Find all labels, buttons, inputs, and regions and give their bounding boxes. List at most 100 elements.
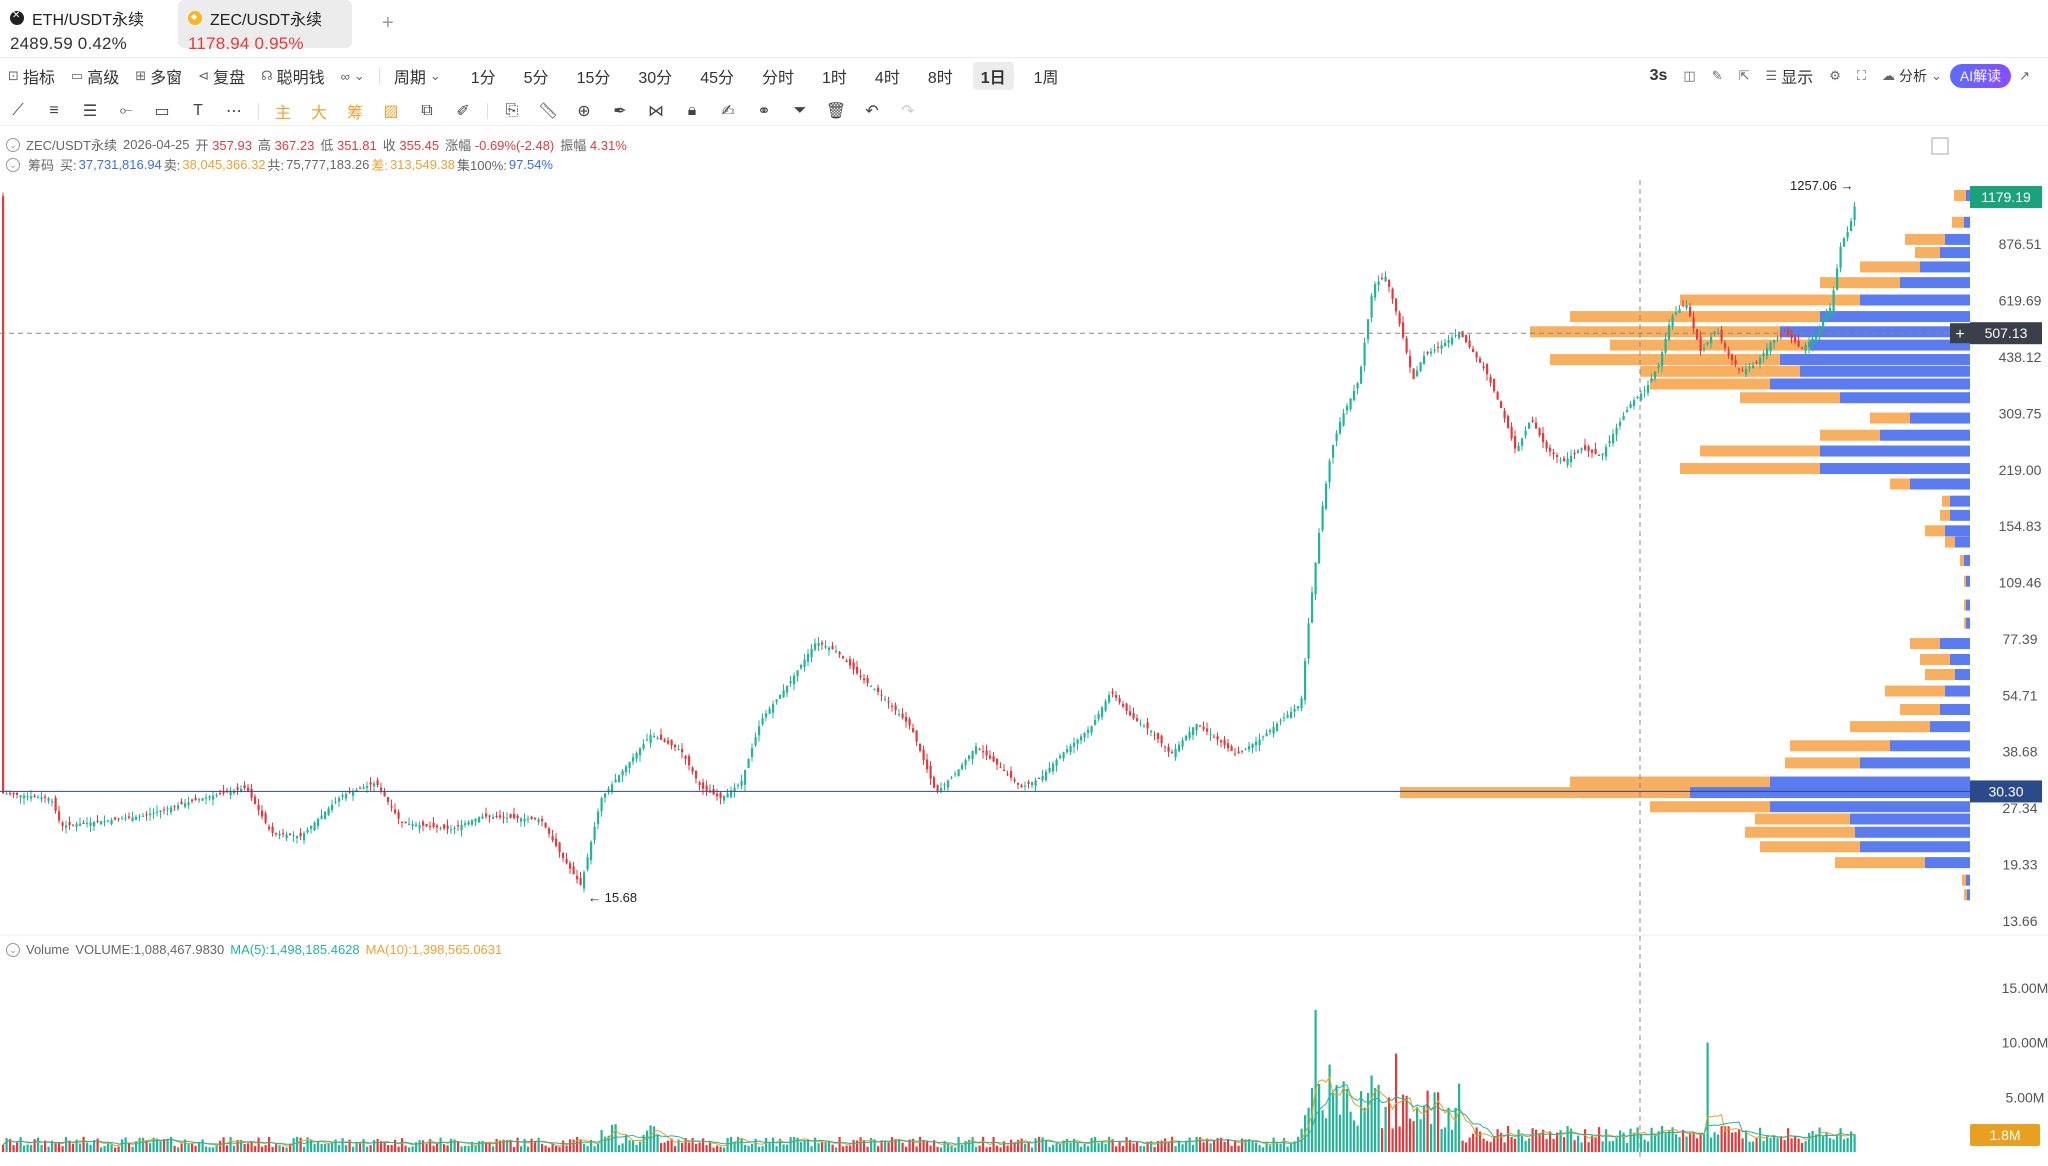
price-axis-label: 219.00 [1999,462,2042,478]
price-axis-label: 109.46 [1999,575,2042,591]
volume-bar [1440,1128,1443,1152]
candle-body [1335,433,1338,442]
candle-body [1850,221,1853,232]
volume-bar [1524,1140,1527,1152]
candle-body [1706,342,1709,345]
candle-body [1794,337,1797,343]
ohlc-info: ⌄ ZEC/USDT永续 2026-04-25 开 357.93 高 367.2… [6,135,627,154]
candle-body [1073,742,1076,747]
volume-bar [338,1144,341,1152]
chip-sell-bar [1952,216,1964,228]
volume-bar [761,1146,764,1152]
candle-body [555,838,558,847]
collapse-chevron-icon[interactable]: ⌄ [6,942,20,957]
candle-body [1570,455,1573,463]
chip-sell-bar [1760,841,1860,853]
candle-body [898,714,901,716]
candle-body [198,799,201,801]
candle-body [513,814,516,819]
candle-body [107,820,110,822]
candle-body [1178,744,1181,752]
candle-body [537,819,540,823]
collapse-chevron-icon[interactable]: ⌄ [6,157,20,172]
volume-bar [341,1138,344,1152]
candle-body [1293,708,1296,712]
candle-body [957,769,960,777]
candle-body [856,666,859,674]
volume-bar [702,1138,705,1152]
volume-bar [1034,1138,1037,1152]
candle-body [1143,725,1146,727]
volume-bar [187,1143,190,1152]
candle-body [1804,344,1807,351]
candle-body [58,811,61,821]
volume-bar [1356,1125,1359,1152]
volume-bar [856,1140,859,1152]
volume-bar [1577,1135,1580,1152]
candle-body [821,642,824,645]
candle-body [1482,366,1485,369]
candle-body [1437,346,1440,348]
volume-bar [509,1140,512,1152]
volume-bar [1381,1128,1384,1152]
candle-body [1213,736,1216,738]
volume-bar [1055,1143,1058,1152]
candle-body [212,795,215,800]
volume-bar [1388,1097,1391,1152]
volume-bar [712,1147,715,1152]
candle-body [247,787,250,792]
collapse-chevron-icon[interactable]: ⌄ [6,137,20,152]
volume-bar [327,1143,330,1152]
volume-bar [1552,1138,1555,1152]
volume-bar [100,1147,103,1152]
candle-body [572,866,575,875]
candle-body [1402,322,1405,338]
volume-bar [432,1145,435,1152]
volume-bar [492,1146,495,1152]
candle-body [201,798,204,801]
candle-body [765,713,768,718]
candle-body [152,812,155,814]
volume-bar [621,1143,624,1152]
candle-body [1510,426,1513,439]
volume-bar [1482,1138,1485,1152]
chip-sell-bar [1570,311,1820,323]
candle-body [698,782,701,785]
volume-bar [1692,1132,1695,1152]
candle-body [1699,336,1702,351]
candle-body [1776,337,1779,339]
chip-buy-bar [1880,429,1970,441]
volume-bar [544,1145,547,1152]
volume-bar [940,1147,943,1152]
candle-body [1262,736,1265,738]
volume-bar [1139,1145,1142,1152]
candle-body [1605,447,1608,457]
chip-buy-bar [1850,813,1970,825]
volume-bar [558,1146,561,1152]
candle-body [523,818,526,822]
chip-buy-bar [1780,354,1970,366]
candle-body [1447,340,1450,343]
volume-bar [576,1137,579,1152]
volume-bar [1811,1131,1814,1152]
candle-body [1090,726,1093,733]
candle-body [306,829,309,833]
candle-body [1276,723,1279,731]
candle-body [1731,354,1734,361]
volume-bar [135,1141,138,1152]
volume-bar [1713,1132,1716,1152]
candle-body [1818,328,1821,337]
volume-bar [1752,1141,1755,1152]
candle-body [1391,288,1394,300]
candle-body [1472,348,1475,353]
volume-bar [863,1139,866,1152]
volume-bar [180,1143,183,1152]
chip-buy-bar [1840,392,1970,404]
volume-bar [1804,1141,1807,1152]
price-chart[interactable]: 876.51 619.69 438.12 309.75 219.00 154.83 109.… [0,0,2048,1166]
volume-bar [1545,1139,1548,1152]
candle-body [1206,728,1209,732]
volume-bar [1790,1138,1793,1152]
volume-bar [177,1147,180,1152]
candle-body [1125,703,1128,711]
